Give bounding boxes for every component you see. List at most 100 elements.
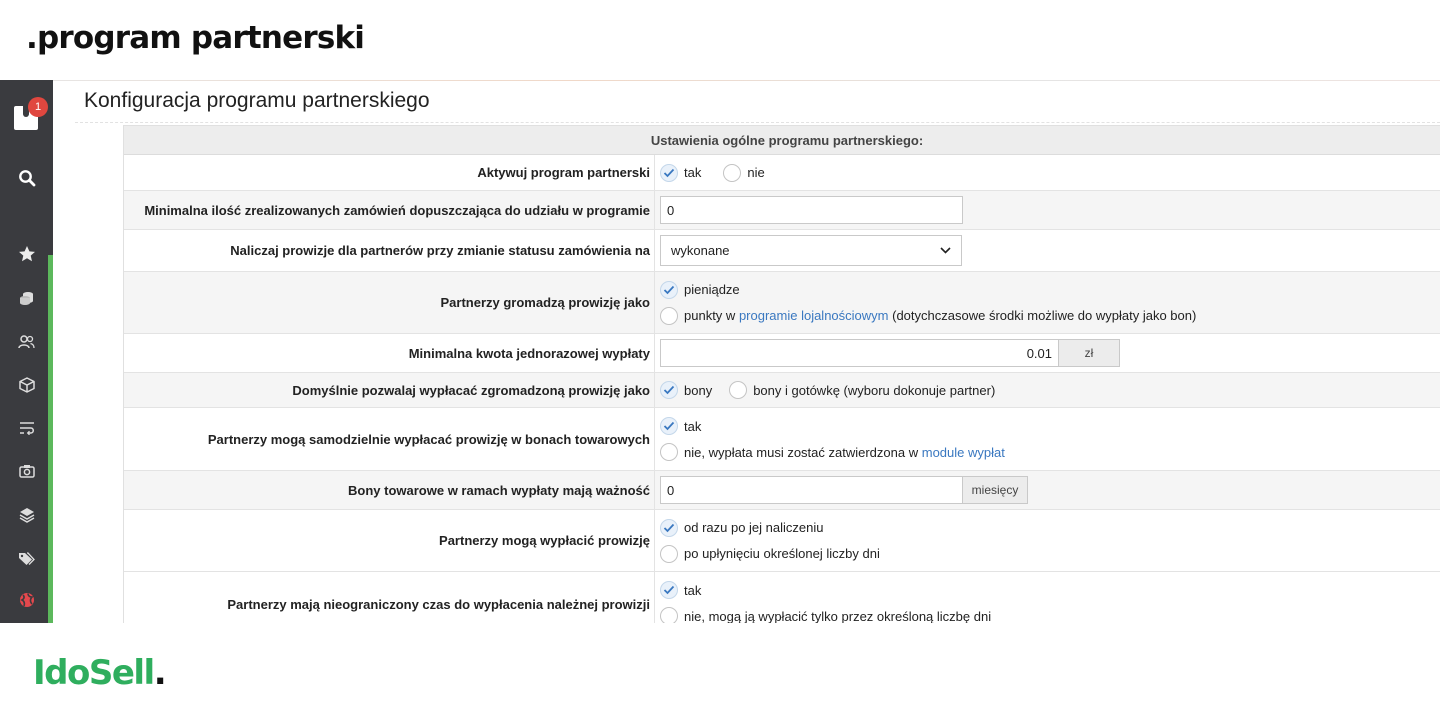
- row-label: Partnerzy mają nieograniczony czas do wy…: [124, 572, 655, 623]
- radio-activate-yes[interactable]: tak: [660, 160, 701, 186]
- row-label: Naliczaj prowizje dla partnerów przy zmi…: [124, 230, 655, 271]
- radio-payout-after-days[interactable]: po upłynięciu określonej liczby dni: [660, 541, 1440, 567]
- months-addon: miesięcy: [963, 476, 1028, 504]
- radio-label: od razu po jej naliczeniu: [684, 520, 824, 535]
- radio-payout-immediately[interactable]: od razu po jej naliczeniu: [660, 515, 1440, 541]
- min-orders-input[interactable]: 0: [660, 196, 963, 224]
- row-label: Minimalna ilość zrealizowanych zamówień …: [124, 191, 655, 229]
- search-icon: [18, 170, 35, 187]
- radio-unchecked-icon: [660, 607, 678, 623]
- row-label: Partnerzy mogą samodzielnie wypłacać pro…: [124, 408, 655, 470]
- radio-checked-icon: [660, 381, 678, 399]
- notification-badge[interactable]: 1: [28, 97, 48, 117]
- radio-collect-points[interactable]: punkty w programie lojalnościowym (dotyc…: [660, 303, 1440, 329]
- box-icon: [18, 377, 35, 393]
- radio-unchecked-icon: [660, 443, 678, 461]
- radio-label: nie: [747, 165, 765, 180]
- row-label: Partnerzy mogą wypłacić prowizję: [124, 510, 655, 571]
- sidebar: 1: [0, 80, 53, 623]
- tags-icon: [19, 551, 35, 565]
- sidebar-customers[interactable]: [0, 326, 53, 358]
- row-voucher-validity: Bony towarowe w ramach wypłaty mają ważn…: [124, 471, 1440, 510]
- row-payout-timing: Partnerzy mogą wypłacić prowizję od razu…: [124, 510, 1440, 572]
- sidebar-active-indicator: [48, 255, 53, 623]
- loyalty-program-link[interactable]: programie lojalnościowym: [739, 308, 889, 323]
- radio-self-payout-yes[interactable]: tak: [660, 413, 1440, 439]
- app-screen: 1 Konfiguracja programu partnerskiego Us…: [0, 80, 1440, 623]
- select-value: wykonane: [671, 243, 730, 258]
- row-label: Bony towarowe w ramach wypłaty mają ważn…: [124, 471, 655, 509]
- top-divider: [0, 80, 1440, 81]
- sidebar-orders[interactable]: [0, 412, 53, 444]
- row-activate-program: Aktywuj program partnerski tak nie: [124, 155, 1440, 191]
- row-default-payout: Domyślnie pozwalaj wypłacać zgromadzoną …: [124, 373, 1440, 408]
- radio-label: bony i gotówkę (wyboru dokonuje partner): [753, 382, 996, 398]
- radio-label: pieniądze: [684, 282, 740, 297]
- wrap-text-icon: [19, 422, 34, 435]
- row-label: Domyślnie pozwalaj wypłacać zgromadzoną …: [124, 373, 655, 407]
- sidebar-marketing[interactable]: [0, 542, 53, 574]
- radio-unlimited-no[interactable]: nie, mogą ją wypłacić tylko przez określ…: [660, 603, 1440, 623]
- sidebar-globe[interactable]: [0, 584, 53, 616]
- brand-dot: .: [153, 653, 167, 693]
- radio-unchecked-icon: [660, 306, 678, 325]
- sidebar-search[interactable]: [0, 162, 53, 194]
- row-label: Aktywuj program partnerski: [124, 155, 655, 190]
- radio-label: tak: [684, 165, 702, 180]
- radio-label: tak: [684, 418, 702, 434]
- row-min-orders: Minimalna ilość zrealizowanych zamówień …: [124, 191, 1440, 230]
- radio-unchecked-icon: [660, 544, 678, 563]
- radio-checked-icon: [660, 163, 678, 182]
- sidebar-finance[interactable]: [0, 282, 53, 314]
- coins-icon: [19, 292, 33, 305]
- order-status-select[interactable]: wykonane: [660, 235, 962, 266]
- page-title: Konfiguracja programu partnerskiego: [84, 89, 430, 112]
- radio-checked-icon: [660, 280, 678, 299]
- radio-label: nie, mogą ją wypłacić tylko przez określ…: [684, 608, 992, 624]
- sidebar-favorites[interactable]: [0, 238, 53, 270]
- camera-icon: [18, 465, 35, 478]
- radio-label: punkty w: [684, 308, 736, 323]
- globe-icon: [19, 593, 34, 607]
- voucher-validity-input[interactable]: 0: [660, 476, 963, 504]
- idosell-logo: IdoSell.: [33, 653, 167, 693]
- row-unlimited-time: Partnerzy mają nieograniczony czas do wy…: [124, 572, 1440, 623]
- radio-payout-vouchers[interactable]: bony: [660, 377, 712, 403]
- radio-label: bony: [684, 382, 713, 398]
- radio-checked-icon: [660, 518, 678, 537]
- row-label: Minimalna kwota jednorazowej wypłaty: [124, 334, 655, 372]
- row-collect-as: Partnerzy gromadzą prowizję jako pieniąd…: [124, 272, 1440, 334]
- layers-icon: [19, 508, 34, 523]
- banner-title: .program partnerski: [26, 20, 365, 56]
- row-min-payout: Minimalna kwota jednorazowej wypłaty 0.0…: [124, 334, 1440, 373]
- brand-name: IdoSell: [33, 653, 155, 693]
- radio-checked-icon: [660, 581, 678, 599]
- radio-activate-no[interactable]: nie: [723, 160, 765, 186]
- chevron-down-icon: [940, 247, 951, 254]
- radio-label: tak: [684, 582, 702, 598]
- radio-label: nie, wypłata musi zostać zatwierdzona w: [684, 444, 919, 460]
- currency-addon: zł: [1059, 339, 1120, 367]
- settings-table: Ustawienia ogólne programu partnerskiego…: [123, 125, 1440, 623]
- radio-collect-money[interactable]: pieniądze: [660, 277, 1440, 303]
- row-self-payout: Partnerzy mogą samodzielnie wypłacać pro…: [124, 408, 1440, 471]
- radio-self-payout-no[interactable]: nie, wypłata musi zostać zatwierdzona w …: [660, 439, 1440, 465]
- radio-payout-vouchers-cash[interactable]: bony i gotówkę (wyboru dokonuje partner): [729, 377, 995, 403]
- min-payout-input[interactable]: 0.01: [660, 339, 1059, 367]
- users-icon: [18, 335, 35, 349]
- title-divider: [75, 122, 1440, 123]
- row-label: Partnerzy gromadzą prowizję jako: [124, 272, 655, 333]
- sidebar-products[interactable]: [0, 369, 53, 401]
- sidebar-cms[interactable]: [0, 499, 53, 531]
- radio-unlimited-yes[interactable]: tak: [660, 577, 1440, 603]
- radio-label: po upłynięciu określonej liczby dni: [684, 546, 880, 561]
- radio-label-note: (dotychczasowe środki możliwe do wypłaty…: [892, 308, 1197, 323]
- row-commission-status: Naliczaj prowizje dla partnerów przy zmi…: [124, 230, 1440, 272]
- sidebar-media[interactable]: [0, 455, 53, 487]
- radio-unchecked-icon: [723, 163, 742, 182]
- radio-unchecked-icon: [729, 381, 748, 399]
- radio-checked-icon: [660, 417, 678, 435]
- payout-module-link[interactable]: module wypłat: [922, 445, 1005, 460]
- section-header: Ustawienia ogólne programu partnerskiego…: [124, 126, 1440, 155]
- star-icon: [18, 246, 35, 262]
